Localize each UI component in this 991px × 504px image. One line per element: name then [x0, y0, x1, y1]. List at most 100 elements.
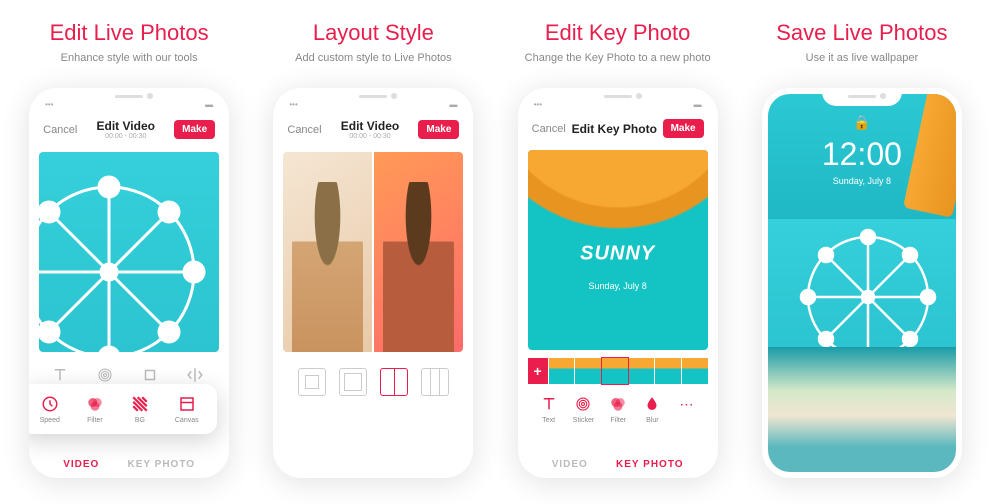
nav-time-range: 00:00 - 00:30	[97, 133, 155, 140]
frame-thumb[interactable]	[549, 358, 575, 384]
phone-mock-2: ••• ▬ Cancel Edit Video 00:00 - 00:30 Mak…	[273, 88, 473, 478]
signal-icon: •••	[534, 100, 542, 109]
key-photo-preview[interactable]: SUNNY Sunday, July 8	[528, 150, 708, 350]
nav-title: Edit Video	[341, 119, 399, 133]
nav-title-wrap: Edit Video 00:00 - 00:30	[341, 119, 399, 140]
tab-key-photo[interactable]: KEY PHOTO	[616, 459, 684, 470]
card-title: Layout Style	[313, 20, 434, 46]
frame-thumb[interactable]	[655, 358, 681, 384]
feature-card-1: Edit Live Photos Enhance style with our …	[12, 20, 246, 484]
video-preview[interactable]	[39, 152, 219, 352]
layout-option-4[interactable]	[421, 368, 449, 396]
card-subtitle: Add custom style to Live Photos	[295, 52, 452, 64]
make-button[interactable]: Make	[663, 119, 704, 138]
filter-tool[interactable]: Filter	[85, 394, 105, 424]
nav-title-wrap: Edit Key Photo	[572, 122, 657, 136]
frame-thumb-selected[interactable]	[602, 358, 628, 384]
bg-tool[interactable]: BG	[130, 394, 150, 424]
blur-tool[interactable]: Blur	[642, 394, 662, 424]
nav-title: Edit Key Photo	[572, 122, 657, 136]
tool-label: Text	[542, 417, 555, 424]
filter-tool[interactable]: Filter	[608, 394, 628, 424]
split-layout-image	[283, 152, 463, 352]
speed-tool[interactable]: Speed	[40, 394, 60, 424]
phone-mock-4: 🔒 12:00 Sunday, July 8	[762, 88, 962, 478]
card-title: Save Live Photos	[776, 20, 947, 46]
frame-thumb[interactable]	[575, 358, 601, 384]
tool-label: BG	[135, 417, 145, 424]
filmstrip: +	[528, 358, 708, 384]
layout-option-1[interactable]	[298, 368, 326, 396]
overlay-date: Sunday, July 8	[588, 281, 646, 291]
phone-notch	[333, 88, 413, 106]
nav-bar: Cancel Edit Video 00:00 - 00:30 Make	[283, 113, 463, 146]
make-button[interactable]: Make	[418, 120, 459, 139]
signal-icon: •••	[45, 100, 53, 109]
filter-icon	[85, 394, 105, 414]
card-title: Edit Key Photo	[545, 20, 691, 46]
card-title: Edit Live Photos	[50, 20, 209, 46]
layout-options	[283, 368, 463, 396]
card-subtitle: Enhance style with our tools	[61, 52, 198, 64]
frame-thumb[interactable]	[682, 358, 708, 384]
fingerprint-icon	[573, 394, 593, 414]
layout-option-2[interactable]	[339, 368, 367, 396]
layout-option-3-selected[interactable]	[380, 368, 408, 396]
add-frame-button[interactable]: +	[528, 358, 548, 384]
canvas-tool[interactable]: Canvas	[175, 394, 199, 424]
tools-popup: Speed Filter BG Canvas	[29, 384, 217, 434]
filter-icon	[608, 394, 628, 414]
bottom-tabs: VIDEO KEY PHOTO	[518, 459, 718, 470]
feature-card-3: Edit Key Photo Change the Key Photo to a…	[501, 20, 735, 484]
phone-notch	[89, 88, 169, 106]
sunny-image: SUNNY Sunday, July 8	[528, 150, 708, 350]
ferris-wheel-image	[39, 152, 219, 352]
more-icon: ⋯	[677, 394, 697, 414]
overlay-title: SUNNY	[580, 243, 655, 266]
cancel-button[interactable]: Cancel	[532, 123, 566, 135]
text-icon	[539, 394, 559, 414]
feature-card-2: Layout Style Add custom style to Live Ph…	[256, 20, 490, 484]
tool-label: Blur	[646, 417, 658, 424]
lock-date: Sunday, July 8	[833, 176, 891, 186]
tool-label: Canvas	[175, 417, 199, 424]
phone-notch	[578, 88, 658, 106]
more-tool[interactable]: ⋯	[677, 394, 697, 424]
lock-screen-wallpaper: 🔒 12:00 Sunday, July 8	[768, 94, 956, 472]
card-subtitle: Use it as live wallpaper	[806, 52, 919, 64]
speed-icon	[40, 394, 60, 414]
tool-label: Sticker	[573, 417, 594, 424]
nav-title-wrap: Edit Video 00:00 - 00:30	[97, 119, 155, 140]
key-tools: Text Sticker Filter Blur ⋯	[528, 394, 708, 424]
tool-label: Filter	[611, 417, 627, 424]
phone-mock-1: ••• ▬ Cancel Edit Video 00:00 - 00:30 Mak…	[29, 88, 229, 478]
tab-video[interactable]: VIDEO	[552, 459, 588, 470]
text-tool[interactable]: Text	[539, 394, 559, 424]
lock-time: 12:00	[822, 136, 902, 173]
phone-notch	[822, 88, 902, 106]
tab-key-photo[interactable]: KEY PHOTO	[127, 459, 195, 470]
layout-preview[interactable]	[283, 152, 463, 352]
bottom-tabs: VIDEO KEY PHOTO	[29, 459, 229, 470]
canvas-icon	[177, 394, 197, 414]
battery-icon: ▬	[694, 100, 702, 109]
sticker-tool[interactable]: Sticker	[573, 394, 594, 424]
nav-time-range: 00:00 - 00:30	[341, 133, 399, 140]
make-button[interactable]: Make	[174, 120, 215, 139]
tool-label: Speed	[40, 417, 60, 424]
nav-title: Edit Video	[97, 119, 155, 133]
tab-video[interactable]: VIDEO	[63, 459, 99, 470]
frame-thumb[interactable]	[629, 358, 655, 384]
battery-icon: ▬	[205, 100, 213, 109]
droplet-icon	[642, 394, 662, 414]
battery-icon: ▬	[449, 100, 457, 109]
nav-bar: Cancel Edit Key Photo Make	[528, 113, 708, 144]
nav-bar: Cancel Edit Video 00:00 - 00:30 Make	[39, 113, 219, 146]
tool-label: Filter	[87, 417, 103, 424]
lock-icon: 🔒	[853, 114, 870, 131]
cancel-button[interactable]: Cancel	[43, 124, 77, 136]
bg-icon	[130, 394, 150, 414]
signal-icon: •••	[289, 100, 297, 109]
card-subtitle: Change the Key Photo to a new photo	[525, 52, 711, 64]
cancel-button[interactable]: Cancel	[287, 124, 321, 136]
